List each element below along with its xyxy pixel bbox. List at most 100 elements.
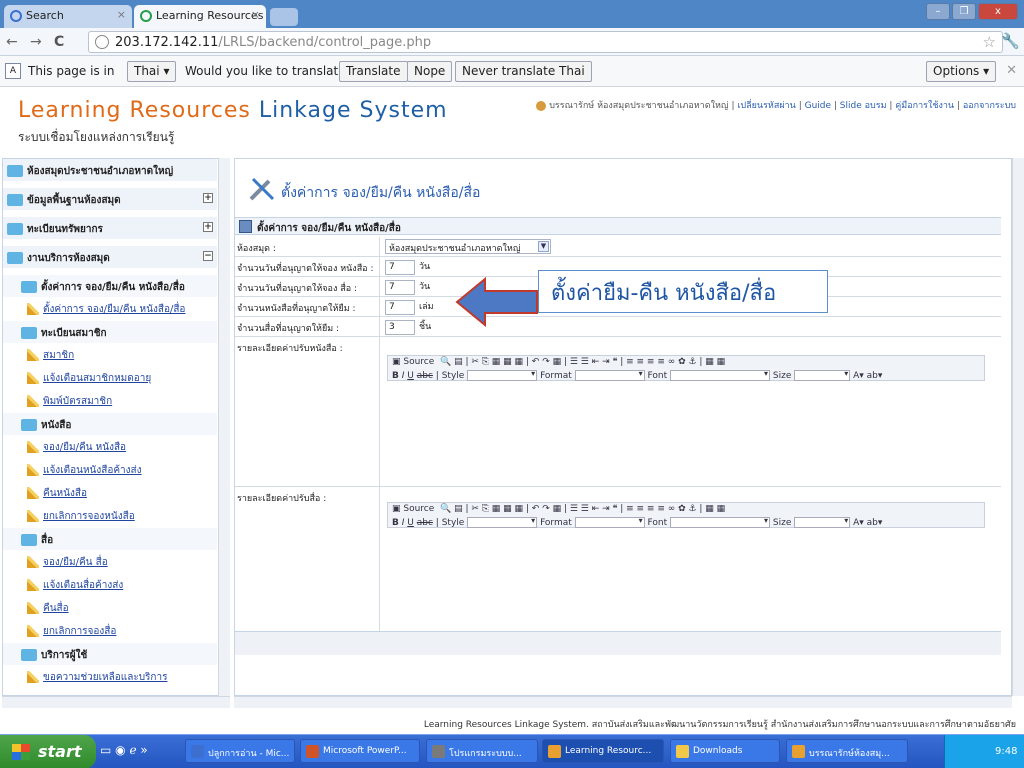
sidebar-item-link[interactable]: ยกเลิกการจองสื่อ <box>3 620 217 642</box>
app-icon <box>676 745 689 758</box>
folder-icon <box>7 223 23 235</box>
translate-button[interactable]: Translate <box>339 61 408 82</box>
taskbar-app-button[interactable]: บรรณารักษ์ห้องสมุ... <box>786 739 908 763</box>
sidebar-item-link[interactable]: จอง/ยืม/คืน หนังสือ <box>3 436 217 458</box>
start-label: start <box>38 742 82 761</box>
setting-unit: ชิ้น <box>419 322 432 332</box>
library-select[interactable]: ห้องสมุดประชาชนอำเภอหาดใหญ่ ▼ <box>385 239 551 254</box>
sidebar-item-sub[interactable]: บริการผู้ใช้ <box>3 643 217 665</box>
expand-toggle-icon[interactable]: + <box>203 222 213 232</box>
style-dropdown[interactable] <box>467 369 538 381</box>
link-slide[interactable]: Slide อบรม <box>840 101 887 111</box>
fine-book-editor-area[interactable] <box>387 383 985 483</box>
back-arrow-icon[interactable]: ← <box>6 34 18 50</box>
sidebar-item-link[interactable]: คืนสื่อ <box>3 597 217 619</box>
style-dropdown[interactable] <box>467 516 538 528</box>
sidebar-item-head[interactable]: ทะเบียนทรัพยากร + <box>3 217 217 239</box>
sidebar-item-link[interactable]: สมาชิก <box>3 344 217 366</box>
logo-text-1: Learning Resources <box>18 98 251 123</box>
sidebar-horizontal-scrollbar[interactable] <box>2 696 230 708</box>
sidebar-item-sub[interactable]: ตั้งค่าการ จอง/ยืม/คืน หนังสือ/สื่อ <box>3 275 217 297</box>
tab-search[interactable]: Search × <box>4 5 132 28</box>
wrench-icon[interactable]: 🔧 <box>1001 32 1020 50</box>
sidebar-item-link[interactable]: ตั้งค่าการ จอง/ยืม/คืน หนังสือ/สื่อ <box>3 298 217 320</box>
main-vertical-scrollbar[interactable] <box>1012 158 1024 696</box>
desktop-icon[interactable]: ▭ <box>100 743 111 757</box>
taskbar-app-button[interactable]: Downloads <box>670 739 780 763</box>
sidebar-item-link[interactable]: พิมพ์บัตรสมาชิก <box>3 390 217 412</box>
fine-media-label: รายละเอียดค่าปรับสื่อ : <box>237 494 327 504</box>
bookmark-star-icon[interactable]: ☆ <box>983 33 996 51</box>
translate-bar: A This page is in Thai ▾ Would you like … <box>0 56 1024 87</box>
minimize-icon[interactable]: – <box>926 3 950 20</box>
taskbar-app-button[interactable]: โปรแกรมระบบบ... <box>426 739 538 763</box>
firefox-icon[interactable]: ◉ <box>115 743 125 757</box>
sidebar-item-link[interactable]: แจ้งเตือนหนังสือค้างส่ง <box>3 459 217 481</box>
close-tab-icon[interactable]: × <box>251 8 260 21</box>
close-icon[interactable]: ✕ <box>1006 63 1017 78</box>
options-label: Options <box>933 64 980 78</box>
format-dropdown[interactable] <box>574 369 645 381</box>
sidebar-item-sub[interactable]: ทะเบียนสมาชิก <box>3 321 217 343</box>
pencil-icon <box>27 556 39 568</box>
address-bar[interactable]: 203.172.142.11/LRLS/backend/control_page… <box>88 31 1003 53</box>
link-logout[interactable]: ออกจากระบบ <box>963 101 1016 111</box>
sidebar-item-link[interactable]: คืนหนังสือ <box>3 482 217 504</box>
expand-toggle-icon[interactable]: + <box>203 193 213 203</box>
setting-input[interactable]: 7 <box>385 280 415 295</box>
sidebar-item-link[interactable]: แจ้งเตือนสมาชิกหมดอายุ <box>3 367 217 389</box>
sidebar-item-link[interactable]: แจ้งเตือนสื่อค้างส่ง <box>3 574 217 596</box>
row-library: ห้องสมุด : ห้องสมุดประชาชนอำเภอหาดใหญ่ ▼ <box>235 237 1001 257</box>
language-select[interactable]: Thai ▾ <box>127 61 177 82</box>
never-translate-button[interactable]: Never translate Thai <box>455 61 592 82</box>
sidebar-item-sub[interactable]: หนังสือ <box>3 413 217 435</box>
font-dropdown[interactable] <box>670 369 771 381</box>
ie-icon[interactable]: ℯ <box>129 743 136 757</box>
sidebar-item-head[interactable]: งานบริการห้องสมุด − <box>3 246 217 268</box>
link-change-password[interactable]: เปลี่ยนรหัสผ่าน <box>737 101 795 111</box>
fine-media-editor-area[interactable] <box>387 530 985 626</box>
user-icon <box>536 100 547 111</box>
main-horizontal-scrollbar[interactable] <box>234 696 1012 708</box>
sidebar-item-link[interactable]: ขอความช่วยเหลือและบริการ <box>3 666 217 688</box>
sidebar-item-label: ยกเลิกการจองสื่อ <box>43 626 117 637</box>
sidebar-item-link[interactable]: จอง/ยืม/คืน สื่อ <box>3 551 217 573</box>
sidebar-vertical-scrollbar[interactable] <box>218 158 230 696</box>
setting-input[interactable]: 3 <box>385 320 415 335</box>
forward-arrow-icon[interactable]: → <box>30 34 42 50</box>
reload-icon[interactable]: C <box>54 34 64 50</box>
options-button[interactable]: Options ▾ <box>926 61 997 82</box>
window-controls: – ❐ x <box>924 3 1018 21</box>
setting-label: จำนวนวันที่อนุญาตให้จอง หนังสือ : <box>237 264 374 274</box>
tab-learning-resources[interactable]: Learning Resources Linkage S\ × <box>134 5 266 28</box>
nope-button[interactable]: Nope <box>407 61 453 82</box>
source-button[interactable]: ▣ Source <box>392 504 434 514</box>
taskbar-app-button[interactable]: Learning Resourc... <box>542 739 664 763</box>
sidebar-item-head[interactable]: ข้อมูลพื้นฐานห้องสมุด + <box>3 188 217 210</box>
source-button[interactable]: ▣ Source <box>392 357 434 367</box>
folder-icon <box>21 281 37 293</box>
link-manual[interactable]: คู่มือการใช้งาน <box>895 101 954 111</box>
new-tab-button[interactable] <box>270 8 298 26</box>
sidebar-item-link[interactable]: ยกเลิกการจองหนังสือ <box>3 505 217 527</box>
size-dropdown[interactable] <box>794 516 851 528</box>
restore-icon[interactable]: ❐ <box>952 3 976 20</box>
close-window-icon[interactable]: x <box>978 3 1018 20</box>
link-guide[interactable]: Guide <box>805 101 831 111</box>
sidebar-item-label: ทะเบียนทรัพยากร <box>27 224 103 235</box>
sidebar-item-sub[interactable]: สื่อ <box>3 528 217 550</box>
taskbar: start ▭ ◉ ℯ » ปลูกการอ่าน - Mic... Micros… <box>0 734 1024 768</box>
font-dropdown[interactable] <box>670 516 771 528</box>
taskbar-app-button[interactable]: ปลูกการอ่าน - Mic... <box>185 739 295 763</box>
sidebar-item-head[interactable]: ห้องสมุดประชาชนอำเภอหาดใหญ่ <box>3 159 217 181</box>
folder-icon <box>21 534 37 546</box>
start-button[interactable]: start <box>0 735 96 768</box>
folder-icon <box>21 649 37 661</box>
setting-input[interactable]: 7 <box>385 260 415 275</box>
format-dropdown[interactable] <box>574 516 645 528</box>
close-tab-icon[interactable]: × <box>117 8 126 21</box>
taskbar-app-button[interactable]: Microsoft PowerP... <box>300 739 420 763</box>
setting-input[interactable]: 7 <box>385 300 415 315</box>
size-dropdown[interactable] <box>794 369 851 381</box>
expand-toggle-icon[interactable]: − <box>203 251 213 261</box>
